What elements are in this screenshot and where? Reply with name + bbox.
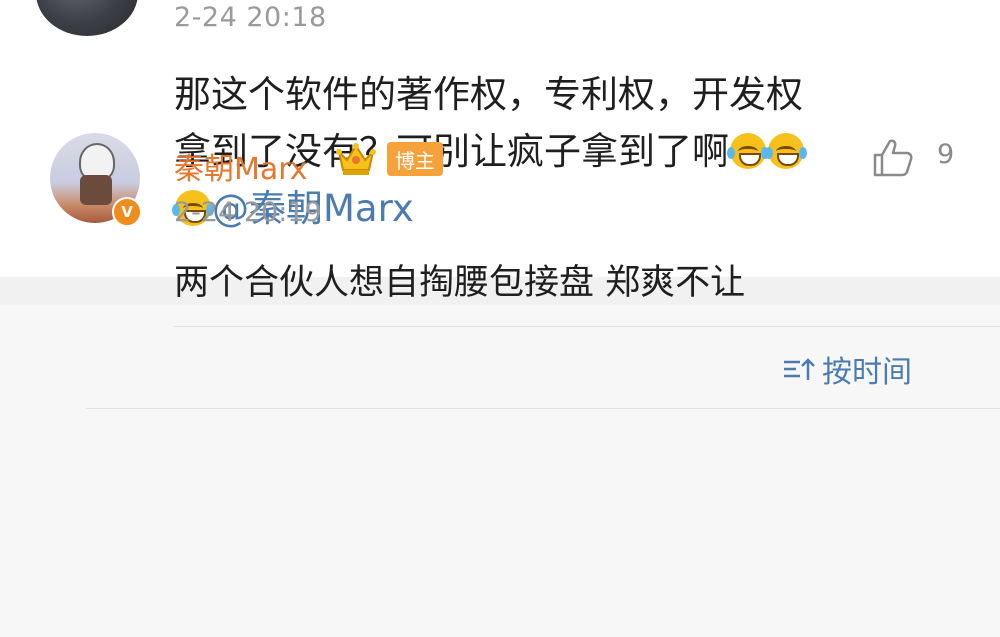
sort-icon (784, 358, 815, 380)
blogger-badge: 博主 (387, 142, 443, 176)
comment-timestamp: 2-24 20:19 (174, 197, 322, 228)
sort-label: 按时间 (822, 355, 912, 390)
avatar-figure-body (80, 175, 112, 205)
verified-badge: V (112, 197, 142, 227)
post-author-avatar[interactable] (36, 0, 138, 36)
post-card: 2-24 20:18 那这个软件的著作权，专利权，开发权 拿到了没有？可别让疯子… (0, 0, 1000, 277)
divider (86, 408, 1000, 409)
thumbs-up-icon (873, 139, 913, 177)
comment-author-name[interactable]: 秦朝Marx (174, 144, 308, 188)
like-count: 9 (937, 139, 955, 170)
post-text-line-1: 那这个软件的著作权，专利权，开发权 (174, 73, 803, 116)
laugh-cry-emoji-icon (727, 133, 769, 169)
comments-section: 按时间 (0, 305, 1000, 637)
sort-by-time-button[interactable]: 按时间 (782, 347, 912, 391)
divider (174, 326, 1000, 327)
like-button[interactable]: 9 (871, 135, 954, 179)
laugh-cry-emoji-icon (765, 133, 807, 169)
comment-text: 两个合伙人想自掏腰包接盘 郑爽不让 (174, 263, 746, 303)
post-timestamp: 2-24 20:18 (174, 2, 327, 33)
crown-icon (336, 143, 376, 175)
